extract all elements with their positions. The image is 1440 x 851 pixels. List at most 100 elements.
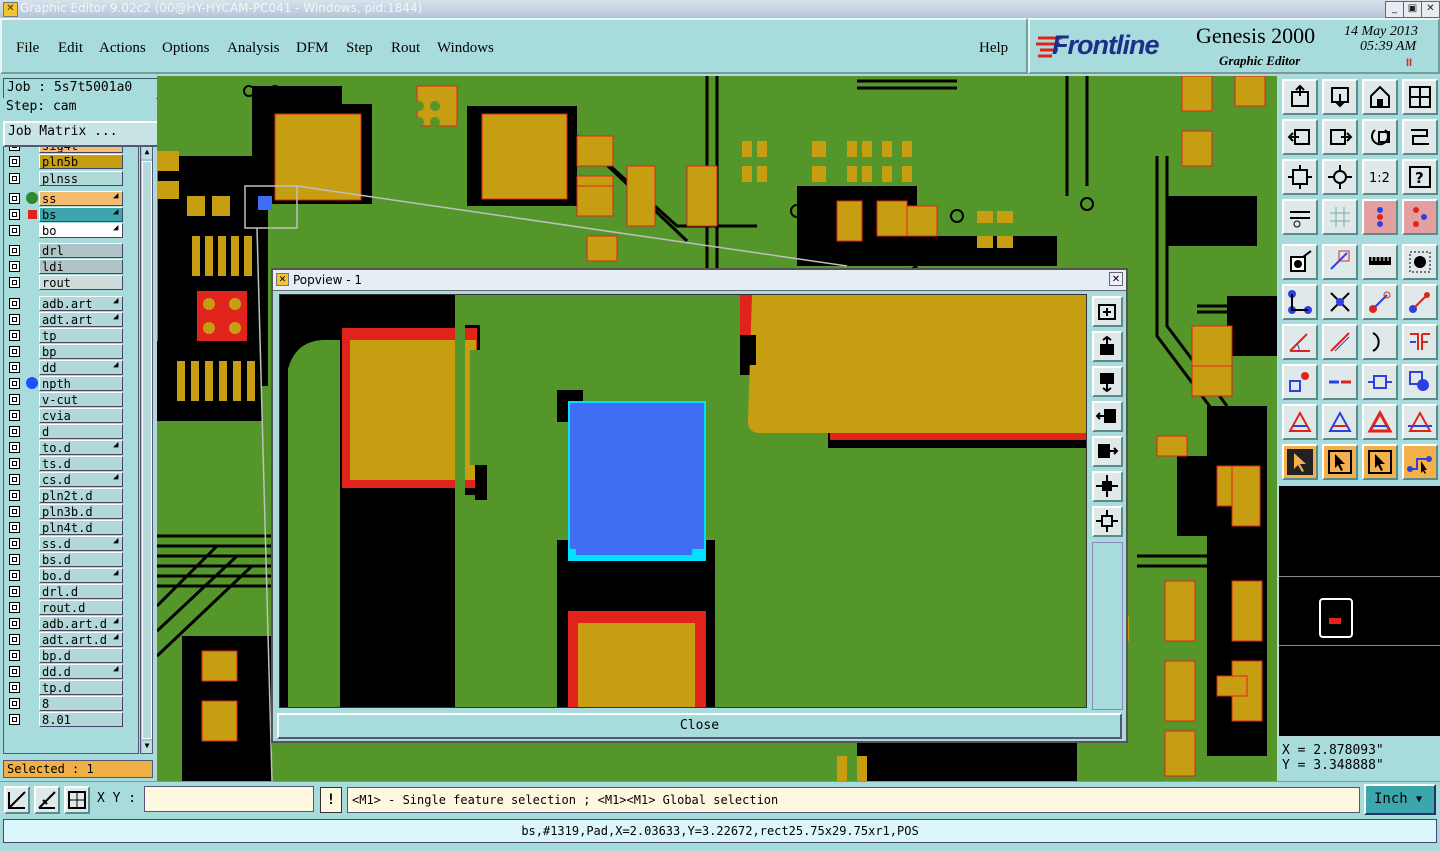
select-box-icon[interactable] [1322, 444, 1358, 480]
angle-measure-icon[interactable] [1282, 324, 1318, 360]
menu-analysis[interactable]: Analysis [227, 40, 280, 57]
layer-checkbox[interactable] [9, 426, 20, 437]
snap-grid-icon[interactable] [64, 786, 90, 814]
popview-pan-left-icon[interactable] [1092, 401, 1123, 432]
layer-checkbox[interactable] [9, 261, 20, 272]
mirror-icon[interactable] [1402, 324, 1438, 360]
layer-checkbox[interactable] [9, 650, 20, 661]
layer-checkbox[interactable] [9, 298, 20, 309]
select-pointer-icon[interactable] [1282, 444, 1318, 480]
pan-right-icon[interactable] [1322, 119, 1358, 155]
scroll-thumb[interactable] [142, 161, 152, 739]
overview-map[interactable] [1279, 486, 1440, 736]
layer-checkbox[interactable] [9, 378, 20, 389]
layer-checkbox[interactable] [9, 410, 20, 421]
layer-checkbox[interactable] [9, 362, 20, 373]
cross-delete-icon[interactable] [1322, 284, 1358, 320]
layer-checkbox[interactable] [9, 682, 20, 693]
layer-checkbox[interactable] [9, 506, 20, 517]
close-window-button[interactable]: ✕ [1421, 1, 1440, 18]
menu-rout[interactable]: Rout [391, 40, 420, 57]
layer-checkbox[interactable] [9, 330, 20, 341]
popview-pan-down-icon[interactable] [1092, 366, 1123, 397]
node-move-icon[interactable] [1282, 364, 1318, 400]
menu-windows[interactable]: Windows [437, 40, 494, 57]
layer-checkbox[interactable] [9, 634, 20, 645]
minimize-button[interactable]: _ [1385, 1, 1404, 18]
arc-icon[interactable] [1362, 324, 1398, 360]
layer-checkbox[interactable] [9, 173, 20, 184]
line-split-icon[interactable] [1322, 364, 1358, 400]
layer-checkbox[interactable] [9, 314, 20, 325]
layer-checkbox[interactable] [9, 209, 20, 220]
layer-checkbox[interactable] [9, 474, 20, 485]
move-node-icon[interactable] [1362, 284, 1398, 320]
pad-add-icon[interactable] [1282, 244, 1318, 280]
polygon-outline-icon[interactable] [1402, 404, 1438, 440]
menu-options[interactable]: Options [162, 40, 210, 57]
pad-select-icon[interactable] [1402, 244, 1438, 280]
message-alert-button[interactable]: ! [320, 787, 342, 813]
job-matrix-button[interactable]: Job Matrix ... [3, 121, 160, 147]
help-query-icon[interactable]: ? [1402, 159, 1438, 195]
grid-icon[interactable] [1322, 199, 1358, 235]
popview-pan-right-icon[interactable] [1092, 436, 1123, 467]
popview-close-button[interactable]: Close [277, 713, 1122, 739]
layer-checkbox[interactable] [9, 570, 20, 581]
layer-checkbox[interactable] [9, 225, 20, 236]
stretch-icon[interactable] [1362, 364, 1398, 400]
layer-checkbox[interactable] [9, 346, 20, 357]
popview-canvas[interactable] [279, 294, 1087, 708]
layer-snap-icon[interactable] [1362, 199, 1398, 235]
menu-actions[interactable]: Actions [99, 40, 146, 57]
home-icon[interactable] [1362, 79, 1398, 115]
zoom-ratio-icon[interactable]: 1:2 [1362, 159, 1398, 195]
polygon-alt-icon[interactable] [1322, 404, 1358, 440]
ruler-icon[interactable] [1362, 244, 1398, 280]
snap-mode-icon[interactable] [4, 786, 30, 814]
zoom-fit-icon[interactable] [1282, 159, 1318, 195]
select-poly-icon[interactable] [1362, 444, 1398, 480]
scroll-down-arrow-icon[interactable]: ▼ [142, 741, 152, 753]
popview-center-icon[interactable] [1092, 506, 1123, 537]
layer-checkbox[interactable] [9, 458, 20, 469]
layer-checkbox[interactable] [9, 245, 20, 256]
snap-angle-icon[interactable] [34, 786, 60, 814]
menu-file[interactable]: File [16, 40, 39, 57]
layer-checkbox[interactable] [9, 522, 20, 533]
units-select[interactable]: Inch ▼ [1364, 784, 1436, 815]
popview-zoom-in-icon[interactable] [1092, 296, 1123, 327]
measure-tool-icon[interactable] [1282, 199, 1318, 235]
popview-close-x-button[interactable]: ✕ [1109, 272, 1123, 286]
slope-line-icon[interactable] [1322, 324, 1358, 360]
layer-checkbox[interactable] [9, 147, 20, 151]
layer-checkbox[interactable] [9, 490, 20, 501]
layer-checkbox[interactable] [9, 277, 20, 288]
layer-checkbox[interactable] [9, 156, 20, 167]
layer-checkbox[interactable] [9, 618, 20, 629]
menu-step[interactable]: Step [346, 40, 373, 57]
home-up-icon[interactable] [1282, 79, 1318, 115]
pan-left-icon[interactable] [1282, 119, 1318, 155]
layer-checkbox[interactable] [9, 586, 20, 597]
maximize-button[interactable]: ▣ [1403, 1, 1422, 18]
menu-dfm[interactable]: DFM [296, 40, 329, 57]
layer-checkbox[interactable] [9, 698, 20, 709]
move-node-alt-icon[interactable] [1402, 284, 1438, 320]
copy-shape-icon[interactable] [1402, 364, 1438, 400]
layer-checkbox[interactable] [9, 554, 20, 565]
zoom-center-icon[interactable] [1322, 159, 1358, 195]
polygon-fill-icon[interactable] [1362, 404, 1398, 440]
line-add-icon[interactable] [1322, 244, 1358, 280]
menu-help[interactable]: Help [979, 40, 1008, 57]
layer-checkbox[interactable] [9, 193, 20, 204]
layer-checkbox[interactable] [9, 394, 20, 405]
polygon-icon[interactable] [1282, 404, 1318, 440]
scroll-up-arrow-icon[interactable]: ▲ [142, 147, 152, 159]
layer-snap-alt-icon[interactable] [1402, 199, 1438, 235]
zoom-down-icon[interactable] [1322, 79, 1358, 115]
rotate-icon[interactable] [1362, 119, 1398, 155]
menu-edit[interactable]: Edit [58, 40, 83, 57]
layer-checkbox[interactable] [9, 602, 20, 613]
layer-checkbox[interactable] [9, 442, 20, 453]
